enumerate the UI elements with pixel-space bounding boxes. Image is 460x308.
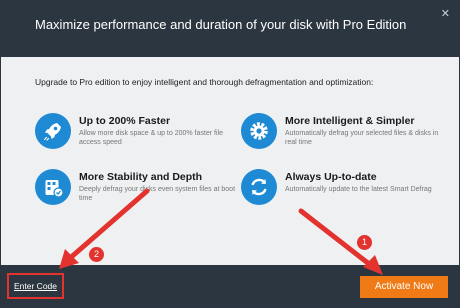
feature-title: Always Up-to-date: [285, 171, 377, 183]
feature-title: Up to 200% Faster: [79, 115, 171, 127]
dialog-header: Maximize performance and duration of you…: [1, 1, 459, 57]
feature-desc: Deeply defrag your disks even system fil…: [79, 186, 236, 202]
intro-text: Upgrade to Pro edition to enjoy intellig…: [35, 77, 374, 87]
feature-stability: More Stability and Depth Deeply defrag y…: [35, 169, 235, 209]
feature-desc: Automatically defrag your selected files…: [285, 130, 439, 146]
refresh-icon: [241, 169, 277, 205]
feature-desc: Automatically update to the latest Smart…: [285, 186, 432, 193]
annotation-badge-1: 1: [357, 235, 372, 250]
feature-intelligent: More Intelligent & Simpler Automatically…: [241, 113, 441, 153]
annotation-badge-2: 2: [89, 247, 104, 262]
dialog-footer: Enter Code Activate Now: [1, 265, 459, 307]
feature-desc: Allow more disk space & up to 200% faste…: [79, 130, 223, 146]
gear-icon: [241, 113, 277, 149]
feature-faster: Up to 200% Faster Allow more disk space …: [35, 113, 235, 153]
feature-title: More Intelligent & Simpler: [285, 115, 415, 127]
activate-now-button[interactable]: Activate Now: [360, 276, 448, 298]
dialog-title: Maximize performance and duration of you…: [35, 17, 407, 32]
enter-code-link[interactable]: Enter Code: [14, 281, 57, 291]
close-icon[interactable]: ✕: [441, 7, 450, 20]
upgrade-dialog: Maximize performance and duration of you…: [0, 0, 460, 308]
feature-up-to-date: Always Up-to-date Automatically update t…: [241, 169, 441, 209]
feature-title: More Stability and Depth: [79, 171, 203, 183]
disk-stability-icon: [35, 169, 71, 205]
rocket-icon: [35, 113, 71, 149]
